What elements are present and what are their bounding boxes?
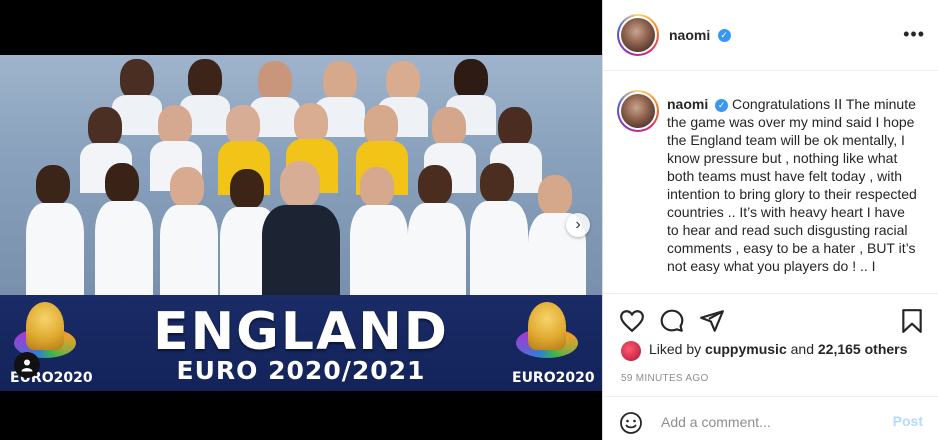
- liker-avatar[interactable]: [621, 341, 641, 361]
- tagged-users-button[interactable]: [14, 352, 40, 378]
- post-modal: ENGLAND EURO 2020/2021 EURO2020 EURO2020…: [0, 0, 938, 440]
- header-username[interactable]: naomi: [669, 27, 710, 43]
- verified-badge-icon: ✓: [715, 98, 729, 112]
- emoji-icon[interactable]: [619, 411, 643, 435]
- share-icon[interactable]: [699, 308, 725, 334]
- action-bar: [603, 293, 938, 345]
- likes-and: and: [790, 341, 814, 357]
- next-image-button[interactable]: ›: [566, 213, 590, 237]
- avatar[interactable]: [617, 14, 659, 56]
- post-media[interactable]: ENGLAND EURO 2020/2021 EURO2020 EURO2020…: [0, 0, 602, 440]
- post-timestamp[interactable]: 59 MINUTES AGO: [621, 373, 709, 384]
- caption-text: Congratulations ⅠⅠ The minute the game w…: [667, 96, 917, 274]
- chevron-right-icon: ›: [575, 216, 581, 233]
- comment-bar: Post: [603, 396, 938, 440]
- comment-icon[interactable]: [659, 308, 685, 334]
- more-options-icon[interactable]: •••: [903, 24, 925, 45]
- logo-text: EURO2020: [512, 370, 595, 386]
- likes-summary: Liked by cuppymusic and 22,165 others: [649, 341, 907, 357]
- likes-prefix: Liked by: [649, 341, 702, 357]
- caption: naomi ✓ Congratulations ⅠⅠ The minute th…: [667, 95, 917, 293]
- heart-icon[interactable]: [619, 308, 645, 334]
- bookmark-icon[interactable]: [899, 308, 925, 334]
- verified-badge-icon: ✓: [717, 29, 731, 43]
- post-details-panel: naomi ✓ ••• naomi ✓ Congratulations ⅠⅠ T…: [602, 0, 938, 440]
- caption-username[interactable]: naomi: [667, 96, 708, 112]
- user-tag-icon: [21, 359, 33, 372]
- caption-avatar[interactable]: [617, 90, 659, 132]
- post-comment-button[interactable]: Post: [893, 413, 923, 429]
- comment-input[interactable]: [659, 407, 883, 437]
- liker-username[interactable]: cuppymusic: [705, 341, 787, 357]
- likes-count[interactable]: 22,165 others: [818, 341, 908, 357]
- team-photo: [0, 55, 602, 295]
- euro2020-logo: EURO2020: [512, 300, 595, 386]
- post-header: naomi ✓ •••: [603, 0, 938, 71]
